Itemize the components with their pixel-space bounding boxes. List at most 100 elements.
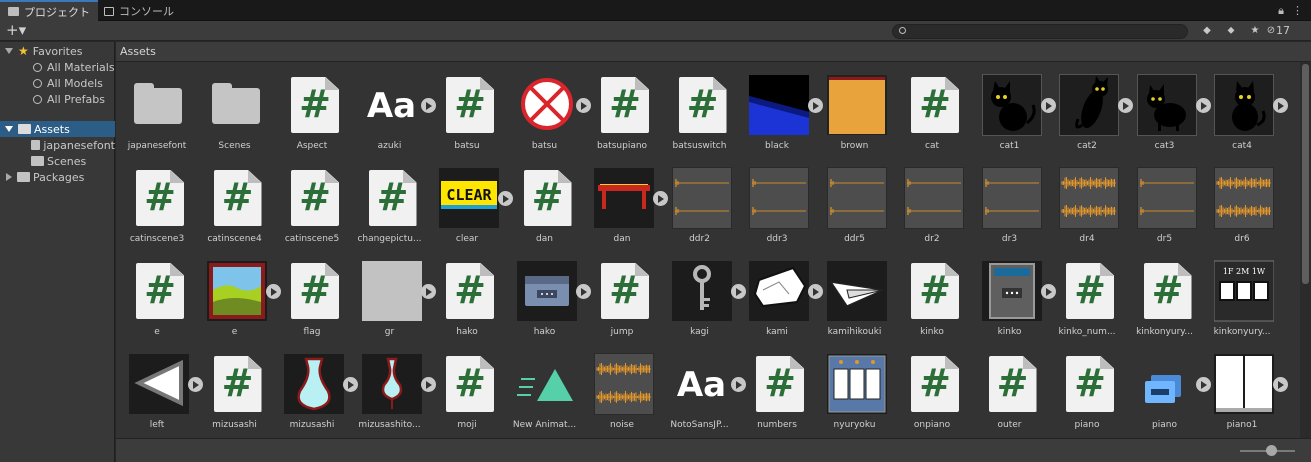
asset-item[interactable]: dr6 bbox=[1203, 158, 1277, 248]
asset-item[interactable]: # Aspect bbox=[273, 65, 347, 155]
asset-item[interactable]: # kinkonyury... bbox=[1126, 251, 1200, 341]
sidebar-item-japanesefont[interactable]: japanesefont bbox=[0, 137, 115, 153]
search-by-type-icon[interactable]: ◆ bbox=[1198, 24, 1216, 38]
asset-item[interactable]: New Animat... bbox=[506, 344, 580, 434]
asset-item[interactable]: # hako bbox=[428, 251, 502, 341]
hash-glyph: # bbox=[299, 175, 331, 219]
asset-thumbnail bbox=[749, 74, 809, 136]
asset-label: ddr2 bbox=[689, 234, 710, 244]
audio-waveform-icon bbox=[594, 353, 654, 415]
expand-sprite-button[interactable] bbox=[1273, 98, 1288, 113]
asset-item[interactable]: left bbox=[118, 344, 203, 434]
asset-label: batsupiano bbox=[596, 141, 648, 151]
expand-sprite-button[interactable] bbox=[1273, 377, 1288, 392]
add-button[interactable]: +▾ bbox=[6, 22, 26, 38]
asset-item[interactable]: # outer bbox=[971, 344, 1045, 434]
asset-item[interactable]: kinko bbox=[971, 251, 1056, 341]
asset-item[interactable]: noise bbox=[583, 344, 657, 434]
asset-item[interactable]: dr5 bbox=[1126, 158, 1200, 248]
asset-item[interactable]: # e bbox=[118, 251, 192, 341]
vertical-scrollbar[interactable] bbox=[1300, 62, 1311, 438]
asset-item[interactable]: ddr2 bbox=[661, 158, 735, 248]
asset-item[interactable]: piano1 bbox=[1203, 344, 1288, 434]
sidebar-item-all-prefabs[interactable]: All Prefabs bbox=[0, 91, 115, 107]
asset-item[interactable]: Aa azuki bbox=[351, 65, 436, 155]
sidebar-item-all-materials[interactable]: All Materials bbox=[0, 59, 115, 75]
asset-item[interactable]: dr3 bbox=[971, 158, 1045, 248]
favorite-star-icon[interactable]: ★ bbox=[1246, 24, 1264, 38]
sidebar-item-packages[interactable]: Packages bbox=[0, 169, 115, 185]
sidebar-item-favorites[interactable]: ★ Favorites bbox=[0, 43, 115, 59]
asset-item[interactable]: cat4 bbox=[1203, 65, 1288, 155]
asset-label: mizusashi bbox=[289, 420, 335, 430]
zoom-slider-knob[interactable] bbox=[1266, 445, 1277, 456]
asset-item[interactable]: # kinko bbox=[893, 251, 967, 341]
lock-icon[interactable]: 🔒︎ bbox=[1278, 4, 1284, 18]
expand-arrow-icon[interactable] bbox=[5, 126, 13, 132]
search-input[interactable] bbox=[892, 24, 1188, 39]
asset-item[interactable]: kami bbox=[738, 251, 823, 341]
asset-item[interactable]: piano bbox=[1126, 344, 1211, 434]
asset-item[interactable]: ddr5 bbox=[816, 158, 890, 248]
batsu-icon bbox=[520, 78, 573, 130]
asset-item[interactable]: japanesefont bbox=[118, 65, 192, 155]
asset-item[interactable]: ddr3 bbox=[738, 158, 812, 248]
asset-item[interactable]: # numbers bbox=[738, 344, 812, 434]
asset-item[interactable]: # batsuswitch bbox=[661, 65, 735, 155]
asset-item[interactable]: # catinscene5 bbox=[273, 158, 347, 248]
asset-label: piano bbox=[1152, 420, 1177, 430]
asset-item[interactable]: # batsupiano bbox=[583, 65, 657, 155]
asset-item[interactable]: cat1 bbox=[971, 65, 1056, 155]
asset-item[interactable]: dr2 bbox=[893, 158, 967, 248]
asset-item[interactable]: # kinko_num... bbox=[1048, 251, 1122, 341]
tab-console[interactable]: コンソール bbox=[96, 1, 182, 21]
asset-item[interactable]: # cat bbox=[893, 65, 967, 155]
asset-item[interactable]: # flag bbox=[273, 251, 347, 341]
asset-item[interactable]: # mizusashi bbox=[196, 344, 270, 434]
asset-item[interactable]: gr bbox=[351, 251, 436, 341]
asset-item[interactable]: cat3 bbox=[1126, 65, 1211, 155]
asset-item[interactable]: e bbox=[196, 251, 281, 341]
asset-item[interactable]: nyuryoku bbox=[816, 344, 890, 434]
asset-item[interactable]: # dan bbox=[506, 158, 580, 248]
scrollbar-thumb[interactable] bbox=[1302, 64, 1309, 284]
asset-item[interactable]: mizusashito... bbox=[351, 344, 436, 434]
asset-item[interactable]: # moji bbox=[428, 344, 502, 434]
asset-item[interactable]: kamihikouki bbox=[816, 251, 890, 341]
search-by-label-icon[interactable]: ⬥ bbox=[1222, 24, 1240, 38]
asset-item[interactable]: # onpiano bbox=[893, 344, 967, 434]
sidebar-item-all-models[interactable]: All Models bbox=[0, 75, 115, 91]
asset-item[interactable]: brown bbox=[816, 65, 890, 155]
sidebar-item-assets[interactable]: Assets bbox=[0, 121, 115, 137]
asset-label: piano bbox=[1074, 420, 1100, 430]
collapse-arrow-icon[interactable] bbox=[6, 173, 12, 181]
asset-item[interactable]: black bbox=[738, 65, 823, 155]
asset-item[interactable]: CLEAR clear bbox=[428, 158, 513, 248]
asset-item[interactable]: # batsu bbox=[428, 65, 502, 155]
asset-item[interactable]: # piano bbox=[1048, 344, 1122, 434]
breadcrumb-assets[interactable]: Assets bbox=[120, 45, 156, 58]
asset-item[interactable]: kagi bbox=[661, 251, 746, 341]
sidebar-item-scenes[interactable]: Scenes bbox=[0, 153, 115, 169]
tab-project[interactable]: プロジェクト bbox=[0, 0, 98, 21]
expand-arrow-icon[interactable] bbox=[5, 48, 13, 54]
breadcrumb[interactable]: Assets bbox=[116, 42, 1311, 62]
asset-item[interactable]: mizusashi bbox=[273, 344, 358, 434]
vase-thin-icon bbox=[361, 354, 422, 414]
menu-dots-icon[interactable]: ⋮ bbox=[1292, 4, 1303, 18]
asset-item[interactable]: dan bbox=[583, 158, 668, 248]
asset-item[interactable]: batsu bbox=[506, 65, 591, 155]
asset-item[interactable]: cat2 bbox=[1048, 65, 1133, 155]
asset-item[interactable]: 1F 2M 1W kinkonyury... bbox=[1203, 251, 1277, 341]
asset-item[interactable]: Aa NotoSansJP... bbox=[661, 344, 746, 434]
hash-glyph: # bbox=[1074, 268, 1106, 312]
asset-item[interactable]: hako bbox=[506, 251, 591, 341]
asset-item[interactable]: # jump bbox=[583, 251, 657, 341]
asset-thumbnail: # bbox=[439, 74, 499, 136]
asset-item[interactable]: # changepictu... bbox=[351, 158, 425, 248]
asset-item[interactable]: # catinscene4 bbox=[196, 158, 270, 248]
asset-item[interactable]: dr4 bbox=[1048, 158, 1122, 248]
sidebar-favorites-label: Favorites bbox=[32, 44, 83, 58]
asset-item[interactable]: Scenes bbox=[196, 65, 270, 155]
asset-item[interactable]: # catinscene3 bbox=[118, 158, 192, 248]
